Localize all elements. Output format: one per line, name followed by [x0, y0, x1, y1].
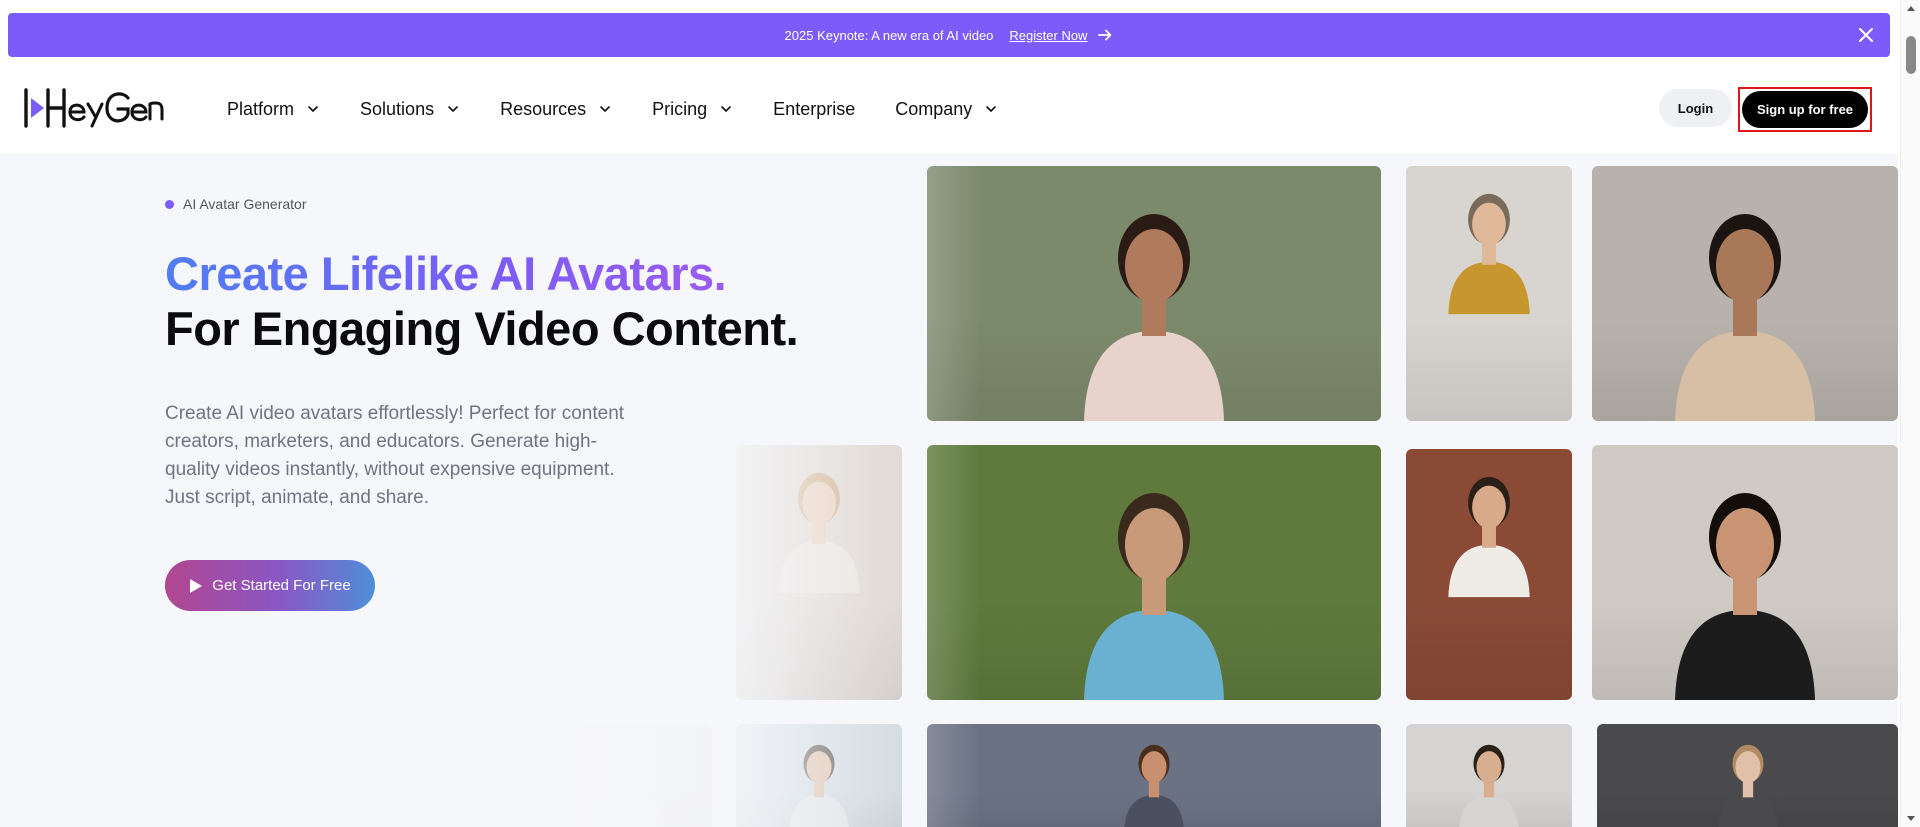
play-icon [190, 578, 203, 593]
register-now-link[interactable]: Register Now [1009, 28, 1087, 43]
avatar-figure [1675, 493, 1815, 700]
signup-highlight: Sign up for free [1738, 87, 1872, 132]
eyebrow-label: AI Avatar Generator [183, 196, 307, 212]
nav-item-company[interactable]: Company [895, 99, 998, 120]
nav-item-label: Enterprise [773, 98, 856, 119]
nav-item-pricing[interactable]: Pricing [652, 99, 733, 120]
avatar-figure [1675, 214, 1815, 421]
nav-item-label: Pricing [652, 98, 708, 119]
chevron-down-icon [600, 106, 610, 112]
avatar-figure [606, 744, 666, 827]
avatar-woman-shelf [1597, 724, 1898, 827]
heygen-logo[interactable] [24, 86, 164, 130]
top-navigation: Platform Solutions Resources Pricing Ent… [0, 64, 1898, 154]
avatar-woman-forest [927, 166, 1381, 421]
login-button[interactable]: Login [1659, 89, 1732, 127]
nav-item-resources[interactable]: Resources [500, 99, 612, 120]
avatar-figure [789, 744, 849, 827]
nav-item-platform[interactable]: Platform [227, 99, 320, 120]
avatar-woman-living-room [1592, 445, 1898, 700]
nav-item-label: Platform [227, 98, 295, 119]
avatar-man-white-wall [1406, 724, 1572, 827]
get-started-button[interactable]: Get Started For Free [165, 560, 375, 611]
avatar-figure [1717, 744, 1778, 827]
hero-eyebrow: AI Avatar Generator [165, 196, 306, 212]
hero-description: Create AI video avatars effortlessly! Pe… [165, 403, 625, 508]
avatar-figure [1084, 214, 1224, 421]
avatar-man-light-bg [736, 724, 902, 827]
avatar-figure [1448, 476, 1530, 598]
avatar-woman-blonde [736, 445, 902, 700]
chevron-down-icon [308, 106, 318, 112]
avatar-figure [1084, 493, 1224, 700]
avatar-figure [1124, 744, 1184, 827]
chevron-down-icon [721, 106, 731, 112]
page-scrollbar[interactable] [1900, 0, 1920, 827]
arrow-right-icon[interactable] [1097, 27, 1113, 43]
chevron-down-icon [448, 106, 458, 112]
nav-item-label: Company [895, 98, 973, 119]
banner-message: 2025 Keynote: A new era of AI video [784, 27, 994, 43]
avatar-blinds-partial [560, 724, 712, 827]
avatar-figure [778, 472, 860, 594]
scrollbar-thumb[interactable] [1906, 36, 1916, 74]
dot-icon [165, 199, 174, 209]
avatar-man-mustard-sweater [1406, 166, 1572, 421]
avatar-man-brick-wall [1406, 449, 1572, 700]
avatar-figure [1459, 744, 1519, 827]
cta-label: Get Started For Free [212, 577, 351, 594]
avatar-man-park [927, 445, 1381, 700]
signup-button[interactable]: Sign up for free [1742, 91, 1868, 128]
nav-item-label: Resources [500, 98, 587, 119]
nav-menu: Platform Solutions Resources Pricing Ent… [227, 64, 1038, 154]
hero-section: AI Avatar Generator Create Lifelike AI A… [0, 154, 1898, 827]
close-icon[interactable] [1856, 25, 1876, 45]
nav-item-enterprise[interactable]: Enterprise [773, 99, 855, 120]
avatar-figure [1448, 193, 1530, 315]
nav-item-solutions[interactable]: Solutions [360, 99, 460, 120]
hero-headline-gradient: Create Lifelike AI Avatars. [165, 247, 727, 300]
chevron-down-icon [986, 106, 997, 112]
nav-item-label: Solutions [360, 98, 435, 119]
scroll-down-icon[interactable] [1906, 813, 1916, 823]
avatar-man-sofa-paintings [1592, 166, 1898, 421]
hero-headline: For Engaging Video Content. [165, 302, 799, 355]
avatar-woman-city [927, 724, 1381, 827]
scroll-up-icon[interactable] [1906, 4, 1916, 14]
announcement-banner: 2025 Keynote: A new era of AI video Regi… [8, 13, 1890, 57]
